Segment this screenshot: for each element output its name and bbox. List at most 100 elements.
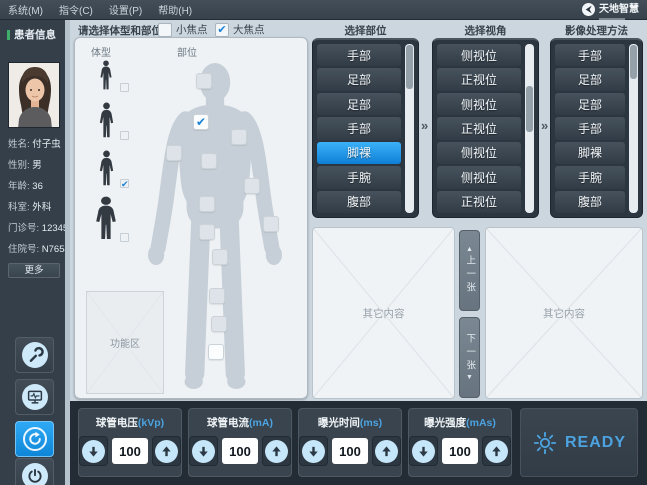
part-list-item[interactable]: 手部: [317, 117, 401, 139]
exposure-intensity-increase-button[interactable]: [482, 436, 511, 466]
ready-button[interactable]: READY: [520, 408, 638, 477]
part-list-panel: 手部 足部 足部 手部 脚裸 手腕 腹部: [312, 38, 419, 218]
large-focus-checkbox[interactable]: ✔: [215, 23, 229, 37]
preview-panel-left: 其它内容: [312, 227, 455, 399]
part-list-item[interactable]: 足部: [317, 93, 401, 115]
marker-thigh-checkbox[interactable]: [212, 249, 228, 265]
header-accent-bar: [7, 30, 10, 40]
process-list-scroll-thumb[interactable]: [630, 45, 637, 79]
part-list-item[interactable]: 腹部: [317, 191, 401, 213]
exposure-time-box: 曝光时间(ms) 100: [298, 408, 402, 477]
part-list-scrollbar: [405, 44, 414, 213]
marker-pelvis-checkbox[interactable]: [199, 224, 215, 240]
marker-abdomen-checkbox[interactable]: [199, 196, 215, 212]
part-list-item[interactable]: 手腕: [317, 166, 401, 188]
view-list-item[interactable]: 侧视位: [437, 44, 521, 66]
prev-image-label: 上一张: [465, 255, 475, 296]
patient-outpatient-row: 门诊号: 12345: [8, 220, 68, 234]
tools-button[interactable]: [15, 337, 54, 373]
next-image-button[interactable]: 下一张 ▼: [459, 317, 480, 398]
view-list-item[interactable]: 正视位: [437, 117, 521, 139]
process-list-item[interactable]: 足部: [555, 93, 625, 115]
rotate-icon: [23, 427, 47, 451]
exposure-bar: 球管电压(kVp) 100 球管电流(mA) 100 曝光时间(ms) 100: [70, 401, 647, 485]
menu-settings[interactable]: 设置(P): [109, 2, 142, 17]
marker-chest-checkbox[interactable]: [201, 153, 217, 169]
patient-inpatient-row: 住院号: N7654: [8, 241, 70, 255]
reset-rotate-button[interactable]: [15, 421, 54, 457]
prev-image-button[interactable]: ▲ 上一张: [459, 230, 480, 311]
up-arrow-icon: [375, 440, 398, 463]
chevron-right-icon: »: [541, 118, 548, 133]
view-list-scroll-thumb[interactable]: [526, 86, 533, 132]
tube-voltage-decrease-button[interactable]: [79, 436, 108, 466]
large-focus-option[interactable]: ✔ 大焦点: [215, 22, 265, 37]
body-type-heavy[interactable]: [89, 196, 123, 242]
exposure-intensity-value[interactable]: 100: [442, 438, 477, 464]
marker-neck-checkbox[interactable]: ✔: [193, 114, 209, 130]
patient-info-title: 患者信息: [14, 27, 56, 42]
marker-left-elbow-checkbox[interactable]: [244, 178, 260, 194]
tube-current-box: 球管电流(mA) 100: [188, 408, 292, 477]
part-list-scroll-thumb[interactable]: [406, 45, 413, 89]
marker-knee-checkbox[interactable]: [209, 288, 225, 304]
view-list-item[interactable]: 正视位: [437, 68, 521, 90]
function-area-box: 功能区: [86, 291, 164, 394]
exposure-time-decrease-button[interactable]: [299, 436, 328, 466]
monitor-button[interactable]: [15, 379, 54, 415]
view-list-scrollbar: [525, 44, 534, 213]
tube-current-value[interactable]: 100: [222, 438, 257, 464]
process-list-item[interactable]: 手部: [555, 117, 625, 139]
menu-help[interactable]: 帮助(H): [158, 2, 192, 17]
small-focus-label: 小焦点: [176, 22, 208, 37]
small-focus-option[interactable]: 小焦点: [158, 22, 208, 37]
down-arrow-icon: [302, 440, 325, 463]
menu-bar: 系统(M) 指令(C) 设置(P) 帮助(H) 天地智慧: [0, 0, 647, 20]
process-list-item[interactable]: 足部: [555, 68, 625, 90]
tube-voltage-value[interactable]: 100: [112, 438, 147, 464]
brand-name: 天地智慧: [599, 4, 639, 15]
power-button[interactable]: [15, 458, 54, 485]
chevron-right-icon: »: [421, 118, 428, 133]
body-type-column-label: 体型: [91, 44, 111, 59]
body-type-child[interactable]: [89, 60, 123, 92]
part-list-title: 选择部位: [312, 23, 419, 38]
tube-voltage-increase-button[interactable]: [152, 436, 181, 466]
small-focus-checkbox[interactable]: [158, 23, 172, 37]
view-list-item[interactable]: 侧视位: [437, 166, 521, 188]
view-list-item[interactable]: 正视位: [437, 191, 521, 213]
tube-current-increase-button[interactable]: [262, 436, 291, 466]
more-button[interactable]: 更多: [8, 263, 60, 278]
marker-left-shoulder-checkbox[interactable]: [231, 129, 247, 145]
large-focus-label: 大焦点: [233, 22, 265, 37]
marker-calf-checkbox[interactable]: [211, 316, 227, 332]
exposure-time-increase-button[interactable]: [372, 436, 401, 466]
menu-command[interactable]: 指令(C): [59, 2, 93, 17]
process-list-item[interactable]: 腹部: [555, 191, 625, 213]
body-type-slim[interactable]: [89, 102, 123, 140]
marker-ankle-checkbox[interactable]: [208, 344, 224, 360]
tube-current-decrease-button[interactable]: [189, 436, 218, 466]
view-list-item[interactable]: 侧视位: [437, 93, 521, 115]
up-arrow-icon: [265, 440, 288, 463]
process-list-item[interactable]: 手部: [555, 44, 625, 66]
process-list-item[interactable]: 手腕: [555, 166, 625, 188]
tube-voltage-label: 球管电压(kVp): [79, 415, 181, 430]
up-arrow-icon: [155, 440, 178, 463]
process-list-title: 影像处理方法: [550, 23, 643, 38]
function-area-label: 功能区: [110, 335, 140, 350]
process-list-item[interactable]: 脚裸: [555, 142, 625, 164]
exposure-intensity-box: 曝光强度(mAs) 100: [408, 408, 512, 477]
exposure-intensity-decrease-button[interactable]: [409, 436, 438, 466]
part-list-item[interactable]: 足部: [317, 68, 401, 90]
part-list-item[interactable]: 手部: [317, 44, 401, 66]
marker-right-arm-checkbox[interactable]: [166, 145, 182, 161]
body-type-normal[interactable]: ✔: [89, 150, 123, 188]
view-list-item[interactable]: 侧视位: [437, 142, 521, 164]
marker-left-hand-checkbox[interactable]: [263, 216, 279, 232]
exposure-time-value[interactable]: 100: [332, 438, 367, 464]
menu-system[interactable]: 系统(M): [8, 2, 43, 17]
part-list-item-selected[interactable]: 脚裸: [317, 142, 401, 164]
patient-photo: [8, 62, 60, 128]
marker-head-checkbox[interactable]: [196, 73, 212, 89]
